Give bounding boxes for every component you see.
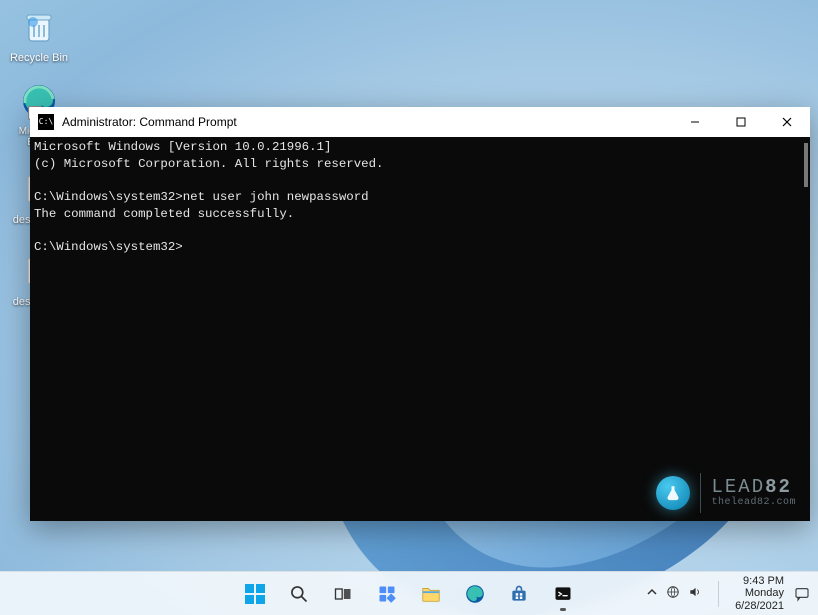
taskbar-clock[interactable]: 9:43 PM Monday 6/28/2021: [735, 575, 784, 611]
maximize-button[interactable]: [718, 107, 764, 137]
system-tray: 9:43 PM Monday 6/28/2021: [646, 575, 818, 611]
widgets-button[interactable]: [367, 574, 407, 614]
clock-time: 9:43 PM: [735, 575, 784, 587]
close-button[interactable]: [764, 107, 810, 137]
folder-icon: [420, 583, 442, 605]
clock-day: Monday: [735, 587, 784, 599]
store-button[interactable]: [499, 574, 539, 614]
recycle-bin-icon[interactable]: Recycle Bin: [6, 6, 72, 64]
titlebar[interactable]: C:\ Administrator: Command Prompt: [30, 107, 810, 137]
recycle-bin-label: Recycle Bin: [6, 52, 72, 64]
store-icon: [509, 584, 529, 604]
watermark: LEAD82 thelead82.com: [656, 473, 796, 513]
trash-icon: [18, 6, 60, 48]
tray-chevron-icon[interactable]: [646, 586, 658, 601]
watermark-site: thelead82.com: [711, 498, 796, 509]
taskbar: 9:43 PM Monday 6/28/2021: [0, 571, 818, 615]
task-view-button[interactable]: [323, 574, 363, 614]
start-button[interactable]: [235, 574, 275, 614]
file-explorer-button[interactable]: [411, 574, 451, 614]
notifications-button[interactable]: [794, 586, 810, 602]
window-title: Administrator: Command Prompt: [62, 115, 237, 129]
search-button[interactable]: [279, 574, 319, 614]
search-icon: [289, 584, 309, 604]
scrollbar[interactable]: [804, 143, 808, 187]
flask-icon: [656, 476, 690, 510]
network-icon[interactable]: [666, 585, 680, 602]
edge-icon: [464, 583, 486, 605]
minimize-button[interactable]: [672, 107, 718, 137]
taskbar-center: [235, 574, 583, 614]
watermark-brand-bold: 82: [765, 476, 792, 498]
chat-icon: [794, 586, 810, 602]
volume-icon[interactable]: [688, 585, 702, 602]
terminal-icon: [553, 584, 573, 604]
taskview-icon: [333, 584, 353, 604]
console-output[interactable]: Microsoft Windows [Version 10.0.21996.1]…: [30, 137, 810, 521]
command-prompt-window: C:\ Administrator: Command Prompt Micros…: [30, 107, 810, 521]
watermark-brand: LEAD: [711, 476, 765, 498]
cmd-icon: C:\: [38, 114, 54, 130]
clock-date: 6/28/2021: [735, 600, 784, 612]
terminal-button[interactable]: [543, 574, 583, 614]
edge-button[interactable]: [455, 574, 495, 614]
widgets-icon: [377, 584, 397, 604]
desktop: Recycle Bin ↗ Microsoft Edge desktop.ini…: [0, 0, 818, 615]
